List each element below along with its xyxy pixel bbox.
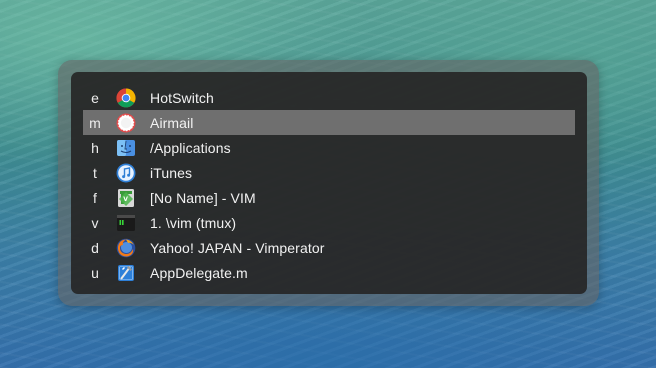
iterm-icon bbox=[117, 214, 135, 231]
svg-text:V: V bbox=[123, 196, 128, 203]
shortcut-key: h bbox=[91, 139, 99, 156]
window-title: 1. \vim (tmux) bbox=[150, 214, 237, 231]
window-title: [No Name] - VIM bbox=[150, 189, 256, 206]
window-item-applications[interactable]: h /Applications bbox=[83, 135, 575, 160]
hotswitch-panel: e HotSwitch m Airmail h /Applications t … bbox=[58, 60, 599, 306]
shortcut-key: f bbox=[93, 189, 97, 206]
shortcut-key: e bbox=[91, 89, 99, 106]
window-list: e HotSwitch m Airmail h /Applications t … bbox=[83, 85, 575, 285]
window-item-appdelegate[interactable]: u AppDelegate.m bbox=[83, 260, 575, 285]
window-list-panel: e HotSwitch m Airmail h /Applications t … bbox=[71, 72, 587, 294]
window-item-hotswitch[interactable]: e HotSwitch bbox=[83, 85, 575, 110]
window-title: AppDelegate.m bbox=[150, 264, 248, 281]
window-item-itunes[interactable]: t iTunes bbox=[83, 160, 575, 185]
window-item-vimperator[interactable]: d Yahoo! JAPAN - Vimperator bbox=[83, 235, 575, 260]
shortcut-key: v bbox=[91, 214, 99, 231]
airmail-icon bbox=[116, 113, 136, 132]
window-title: /Applications bbox=[150, 139, 231, 156]
window-item-tmux[interactable]: v 1. \vim (tmux) bbox=[83, 210, 575, 235]
window-title: Airmail bbox=[150, 114, 194, 131]
xcode-icon bbox=[118, 264, 134, 281]
firefox-icon bbox=[116, 238, 136, 257]
macvim-icon: V bbox=[118, 188, 134, 207]
window-item-airmail[interactable]: m Airmail bbox=[83, 110, 575, 135]
shortcut-key: d bbox=[91, 239, 99, 256]
window-title: iTunes bbox=[150, 164, 193, 181]
shortcut-key: m bbox=[89, 114, 101, 131]
finder-icon bbox=[117, 139, 135, 156]
chrome-icon bbox=[116, 88, 136, 108]
window-title: HotSwitch bbox=[150, 89, 214, 106]
window-title: Yahoo! JAPAN - Vimperator bbox=[150, 239, 325, 256]
shortcut-key: u bbox=[91, 264, 99, 281]
shortcut-key: t bbox=[93, 164, 97, 181]
window-item-vim[interactable]: f V [No Name] - VIM bbox=[83, 185, 575, 210]
itunes-icon bbox=[116, 163, 136, 182]
